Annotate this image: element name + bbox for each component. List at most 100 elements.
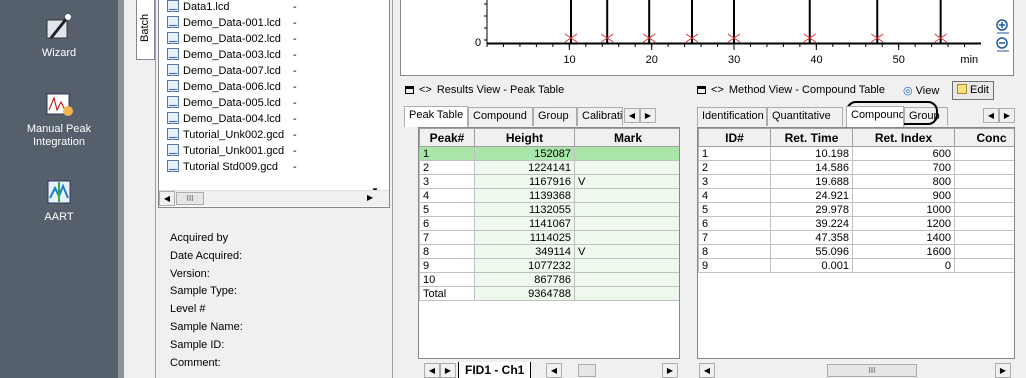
file-list-scroll-thumb[interactable]: III xyxy=(176,192,204,205)
ret-time-cell[interactable]: 14.586 xyxy=(770,160,853,175)
tabs-scroll-right-button[interactable]: ▶ xyxy=(640,108,656,123)
ret-index-cell[interactable]: 700 xyxy=(852,160,955,175)
peak-number-cell[interactable]: 2 xyxy=(419,160,475,175)
col-retindex-header[interactable]: Ret. Index xyxy=(852,128,955,147)
compound-id-cell[interactable]: 5 xyxy=(698,202,771,217)
file-list-item[interactable]: Demo_Data-004.lcd - xyxy=(167,111,387,127)
peak-height-cell[interactable]: 152087 xyxy=(474,146,575,161)
ret-time-cell[interactable]: 19.688 xyxy=(770,174,853,189)
file-list-item[interactable]: Tutorial_Unk001.gcd - xyxy=(167,143,387,159)
col-rettime-header[interactable]: Ret. Time xyxy=(770,128,853,147)
manual-peak-launcher[interactable]: Manual Peak Integration xyxy=(0,88,118,149)
edit-button[interactable]: Edit xyxy=(952,81,994,100)
conc-cell[interactable] xyxy=(954,160,1014,175)
peak-number-cell[interactable]: 9 xyxy=(419,258,475,273)
peak-height-cell[interactable]: 1132055 xyxy=(474,202,575,217)
ret-index-cell[interactable]: 900 xyxy=(852,188,955,203)
col-peak-header[interactable]: Peak# xyxy=(419,128,475,147)
peak-mark-cell[interactable] xyxy=(574,202,679,217)
tabs-scroll-left-button[interactable]: ◀ xyxy=(624,108,640,123)
peak-mark-cell[interactable] xyxy=(574,258,679,273)
compound-table-row[interactable]: 5 29.978 1000 xyxy=(698,202,1014,217)
ret-index-cell[interactable]: 1200 xyxy=(852,216,955,231)
ret-index-cell[interactable]: 0 xyxy=(852,258,955,273)
tab-identification[interactable]: Identification xyxy=(697,107,767,126)
ret-index-cell[interactable]: 1600 xyxy=(852,244,955,259)
peak-number-cell[interactable]: 8 xyxy=(419,244,475,259)
compound-table-row[interactable]: 2 14.586 700 xyxy=(698,160,1014,175)
peak-table-row[interactable]: 6 1141067 xyxy=(419,216,679,231)
view-button[interactable]: ◎ View xyxy=(903,83,939,99)
conc-cell[interactable] xyxy=(954,174,1014,189)
zoom-in-button[interactable] xyxy=(995,18,1011,34)
ret-time-cell[interactable]: 0.001 xyxy=(770,258,853,273)
ret-time-cell[interactable]: 24.921 xyxy=(770,188,853,203)
compound-table-row[interactable]: 8 55.096 1600 xyxy=(698,244,1014,259)
peak-height-cell[interactable]: 867786 xyxy=(474,272,575,287)
pane-splitter[interactable] xyxy=(392,0,400,378)
peak-mark-cell[interactable] xyxy=(574,160,679,175)
file-list-item[interactable]: Tutorial Std009.gcd - xyxy=(167,159,387,175)
peak-height-cell[interactable]: 1077232 xyxy=(474,258,575,273)
peak-number-cell[interactable]: 4 xyxy=(419,188,475,203)
peak-number-cell[interactable]: 5 xyxy=(419,202,475,217)
conc-cell[interactable] xyxy=(954,230,1014,245)
peak-number-cell[interactable]: 7 xyxy=(419,230,475,245)
conc-cell[interactable] xyxy=(954,244,1014,259)
compound-table-row[interactable]: 3 19.688 800 xyxy=(698,174,1014,189)
compound-id-cell[interactable]: 7 xyxy=(698,230,771,245)
compound-table-row[interactable]: 4 24.921 900 xyxy=(698,188,1014,203)
file-list-item[interactable]: Demo_Data-007.lcd - xyxy=(167,63,387,79)
file-list-item[interactable]: Demo_Data-005.lcd - xyxy=(167,95,387,111)
peak-hscroll-right-button[interactable]: ▶ xyxy=(662,363,678,378)
sheet-scroll-left-button[interactable]: ◀ xyxy=(424,363,440,378)
peak-table-grid[interactable]: Peak# Height Mark 1 152087 2 1224141 3 116791… xyxy=(418,127,680,359)
file-list-item[interactable]: Tutorial_Unk002.gcd - xyxy=(167,127,387,143)
wizard-launcher[interactable]: Wizard xyxy=(0,12,118,60)
peak-height-cell[interactable]: 1167916 xyxy=(474,174,575,189)
file-list-item[interactable]: Data1.lcd - xyxy=(167,0,387,15)
compound-table-row[interactable]: 6 39.224 1200 xyxy=(698,216,1014,231)
tab-compound-method[interactable]: Compound xyxy=(846,106,904,127)
aart-launcher[interactable]: AART xyxy=(0,176,118,224)
conc-cell[interactable] xyxy=(954,216,1014,231)
conc-cell[interactable] xyxy=(954,202,1014,217)
panel-toggle-icon[interactable]: <> xyxy=(711,84,724,96)
compound-table-grid[interactable]: ID# Ret. Time Ret. Index Conc 1 10.198 600… xyxy=(697,127,1015,359)
col-height-header[interactable]: Height xyxy=(474,128,575,147)
ret-index-cell[interactable]: 600 xyxy=(852,146,955,161)
peak-number-cell[interactable]: 6 xyxy=(419,216,475,231)
ret-time-cell[interactable]: 10.198 xyxy=(770,146,853,161)
compound-hscroll[interactable]: ◀ III ▶ xyxy=(697,362,1015,378)
file-list-item[interactable]: Demo_Data-002.lcd - xyxy=(167,31,387,47)
conc-cell[interactable] xyxy=(954,188,1014,203)
zoom-out-button[interactable] xyxy=(995,36,1011,52)
ret-index-cell[interactable]: 1400 xyxy=(852,230,955,245)
peak-mark-cell[interactable] xyxy=(574,188,679,203)
file-list-scroll-left[interactable]: ◀ xyxy=(159,191,175,206)
peak-table-total-row[interactable]: Total 9364788 xyxy=(419,286,679,301)
compound-id-cell[interactable]: 9 xyxy=(698,258,771,273)
compound-id-cell[interactable]: 3 xyxy=(698,174,771,189)
ret-time-cell[interactable]: 47.358 xyxy=(770,230,853,245)
tab-compound[interactable]: Compound xyxy=(468,107,533,126)
sheet-scroll-right-button[interactable]: ▶ xyxy=(440,363,456,378)
method-tabs-scroll-right[interactable]: ▶ xyxy=(999,108,1015,123)
conc-cell[interactable] xyxy=(954,146,1014,161)
ret-index-cell[interactable]: 800 xyxy=(852,174,955,189)
peak-hscroll-thumb[interactable] xyxy=(578,364,596,377)
peak-table-row[interactable]: 8 349114 V xyxy=(419,244,679,259)
peak-table-row[interactable]: 3 1167916 V xyxy=(419,174,679,189)
compound-hscroll-thumb[interactable]: III xyxy=(827,364,917,377)
peak-number-cell[interactable]: 10 xyxy=(419,272,475,287)
batch-tab[interactable]: Batch xyxy=(136,0,155,60)
peak-mark-cell[interactable]: V xyxy=(574,174,679,189)
peak-height-cell[interactable]: 1141067 xyxy=(474,216,575,231)
compound-id-cell[interactable]: 4 xyxy=(698,188,771,203)
chromatogram-chart[interactable]: 0 10 20 30 40 50 min xyxy=(400,0,1014,76)
sheet-tab-fid1[interactable]: FID1 - Ch1 xyxy=(458,362,532,378)
file-list-item[interactable]: Demo_Data-006.lcd - xyxy=(167,79,387,95)
ret-time-cell[interactable]: 39.224 xyxy=(770,216,853,231)
peak-height-cell[interactable]: 1224141 xyxy=(474,160,575,175)
peak-height-cell[interactable]: 1114025 xyxy=(474,230,575,245)
